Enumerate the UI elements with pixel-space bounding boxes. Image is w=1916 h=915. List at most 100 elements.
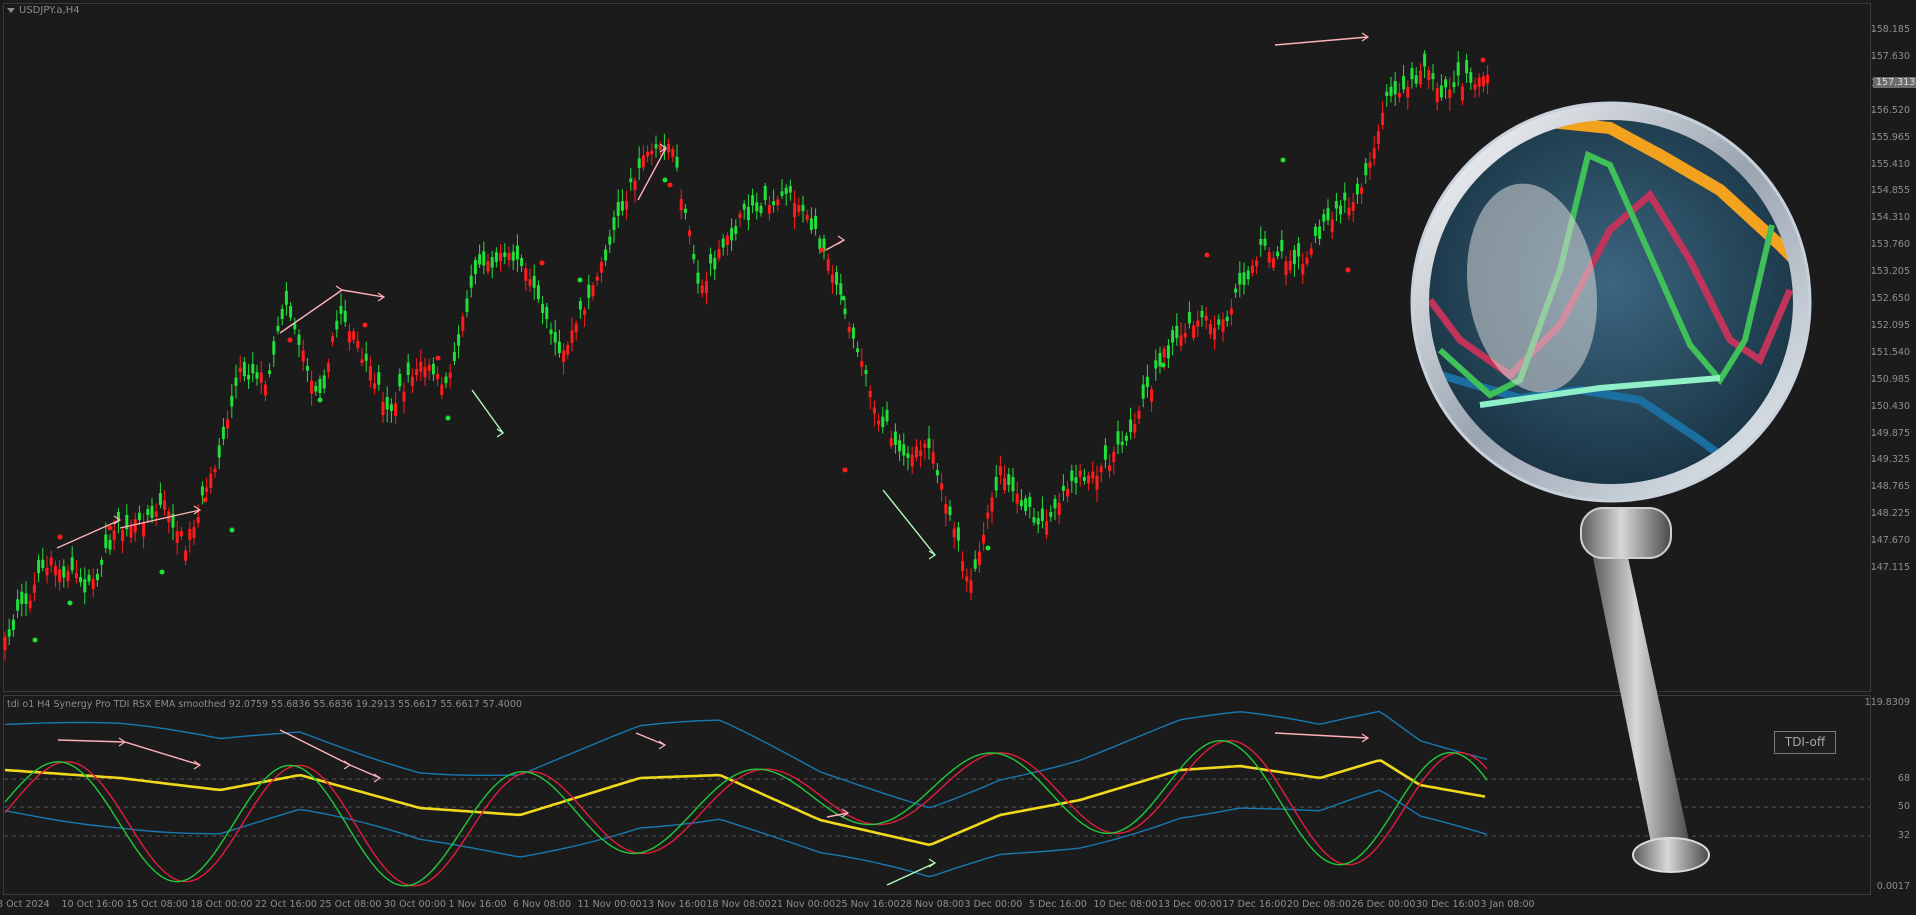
- candle-body: [604, 249, 608, 261]
- candle-body: [801, 204, 805, 212]
- candle-body: [1318, 226, 1322, 239]
- current-price-label: 157.313: [1873, 77, 1916, 88]
- candle-body: [104, 534, 108, 549]
- candle-body: [1381, 112, 1385, 126]
- candle-body: [1246, 270, 1250, 280]
- candle-body: [280, 308, 284, 319]
- candle-body: [158, 493, 162, 505]
- candle-body: [1162, 349, 1166, 358]
- chart-window: USDJPY.a,H4 tdi o1 H4 Synergy Pro TDI RS…: [0, 0, 1916, 915]
- fractal-dot: [229, 527, 235, 533]
- candle-body: [520, 258, 524, 267]
- candle-body: [1091, 471, 1095, 479]
- time-axis[interactable]: 8 Oct 2024 10 Oct 16:00 15 Oct 08:00 18 Oct…: [0, 896, 1872, 915]
- candle-body: [377, 372, 381, 385]
- price-axis-tick: [1872, 137, 1876, 139]
- price-axis-label: 158.185: [1870, 24, 1910, 35]
- candle-body: [415, 368, 419, 376]
- candle-body: [301, 350, 305, 362]
- price-axis-tick: [1872, 433, 1876, 435]
- candle-body: [935, 470, 939, 476]
- price-axis-label: 154.855: [1870, 185, 1910, 197]
- candle-body: [1343, 192, 1347, 201]
- upper-band-line: [4, 710, 1488, 809]
- candle-body: [595, 276, 599, 281]
- candle-body: [654, 144, 658, 149]
- fractal-dot: [67, 600, 73, 606]
- candle-body: [284, 290, 288, 305]
- chart-menu-icon[interactable]: [7, 7, 15, 13]
- candle-body: [1397, 92, 1401, 98]
- fractal-dot: [107, 525, 113, 531]
- candle-body: [1213, 327, 1217, 340]
- candle-body: [444, 376, 448, 384]
- candle-body: [373, 383, 377, 389]
- candle-body: [868, 390, 872, 398]
- time-axis-label: 6 Nov 08:00: [513, 899, 572, 910]
- candle-body: [633, 180, 637, 191]
- fractal-dot: [435, 355, 441, 361]
- candle-body: [1045, 521, 1049, 535]
- candle-body: [805, 214, 809, 220]
- fractal-dot: [445, 415, 451, 421]
- indicator-divergence-arrow: [658, 740, 667, 750]
- candle-body: [381, 401, 385, 416]
- candle-body: [1267, 252, 1271, 263]
- time-axis-label: 30 Dec 16:00: [1416, 899, 1480, 910]
- candle-body: [700, 285, 704, 294]
- candle-body: [1418, 70, 1422, 85]
- candle-body: [1015, 493, 1019, 504]
- fractal-dot: [1280, 157, 1286, 163]
- candle-body: [1179, 335, 1183, 346]
- candle-body: [570, 330, 574, 344]
- candle-body: [830, 274, 834, 283]
- fractal-dot: [577, 277, 583, 283]
- price-axis-label: 152.650: [1870, 293, 1910, 304]
- candle-body: [583, 309, 587, 315]
- time-axis-label: 13 Nov 16:00: [642, 899, 707, 910]
- price-axis-label: 149.875: [1870, 427, 1910, 439]
- candle-body: [402, 391, 406, 402]
- candle-body: [1078, 470, 1082, 477]
- candle-body: [1477, 77, 1481, 87]
- fractal-dot: [819, 247, 825, 253]
- candle-body: [272, 341, 276, 355]
- candle-body: [1414, 75, 1418, 84]
- price-axis-tick: [1872, 164, 1876, 166]
- candle-body: [998, 465, 1002, 475]
- candle-body: [608, 236, 612, 245]
- candle-body: [1095, 475, 1099, 490]
- candle-body: [793, 203, 797, 218]
- tdi-off-button[interactable]: TDI-off: [1774, 731, 1836, 754]
- magnifier-handle: [1592, 553, 1690, 848]
- price-axis-label: 157.630: [1870, 50, 1910, 62]
- candle-body: [268, 370, 272, 374]
- time-axis-label: 28 Nov 08:00: [900, 899, 965, 910]
- candle-body: [910, 454, 914, 467]
- candle-body: [242, 362, 246, 377]
- candle-body: [759, 205, 763, 214]
- candle-body: [1385, 91, 1389, 97]
- candle-body: [427, 364, 431, 371]
- candle-body: [1183, 333, 1187, 338]
- candle-body: [251, 363, 255, 374]
- price-axis-label: 147.115: [1870, 562, 1910, 573]
- signal-line: [4, 739, 1488, 887]
- candle-body: [326, 363, 330, 372]
- candle-body: [599, 262, 603, 273]
- time-axis-label: 10 Dec 08:00: [1093, 899, 1158, 910]
- candle-body: [574, 323, 578, 333]
- price-axis-tick: [1872, 352, 1876, 354]
- candle-body: [1032, 517, 1036, 523]
- magnifier-collar: [1580, 507, 1672, 559]
- candle-body: [129, 526, 133, 538]
- candle-body: [457, 334, 461, 346]
- candle-body: [725, 235, 729, 245]
- candle-body: [704, 281, 708, 294]
- candle-body: [83, 579, 87, 593]
- candle-body: [247, 374, 251, 380]
- candle-body: [394, 403, 398, 416]
- fractal-dot: [1345, 267, 1351, 273]
- price-axis[interactable]: 158.185157.630157.075156.520155.965155.4…: [1865, 0, 1916, 915]
- candle-body: [1200, 310, 1204, 318]
